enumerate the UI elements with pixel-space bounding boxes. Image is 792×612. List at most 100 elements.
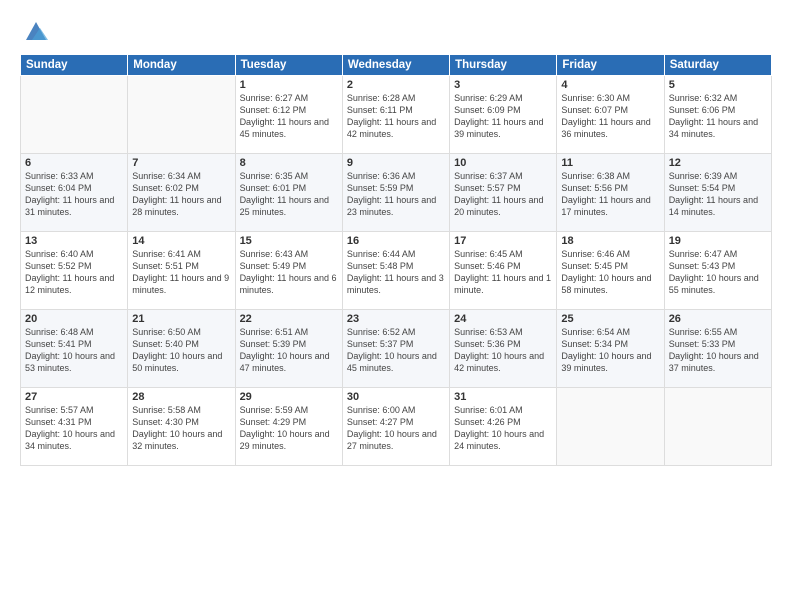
day-info: Sunrise: 6:39 AMSunset: 5:54 PMDaylight:… bbox=[669, 170, 767, 219]
calendar-cell: 27Sunrise: 5:57 AMSunset: 4:31 PMDayligh… bbox=[21, 388, 128, 466]
day-number: 7 bbox=[132, 157, 230, 169]
day-number: 2 bbox=[347, 79, 445, 91]
calendar-cell: 28Sunrise: 5:58 AMSunset: 4:30 PMDayligh… bbox=[128, 388, 235, 466]
day-number: 4 bbox=[561, 79, 659, 91]
day-info: Sunrise: 6:51 AMSunset: 5:39 PMDaylight:… bbox=[240, 326, 338, 375]
calendar-cell bbox=[664, 388, 771, 466]
calendar-week-row: 1Sunrise: 6:27 AMSunset: 6:12 PMDaylight… bbox=[21, 76, 772, 154]
calendar-cell: 23Sunrise: 6:52 AMSunset: 5:37 PMDayligh… bbox=[342, 310, 449, 388]
day-number: 30 bbox=[347, 391, 445, 403]
day-number: 31 bbox=[454, 391, 552, 403]
day-info: Sunrise: 5:58 AMSunset: 4:30 PMDaylight:… bbox=[132, 404, 230, 453]
calendar-cell: 17Sunrise: 6:45 AMSunset: 5:46 PMDayligh… bbox=[450, 232, 557, 310]
calendar-cell: 22Sunrise: 6:51 AMSunset: 5:39 PMDayligh… bbox=[235, 310, 342, 388]
calendar-cell: 8Sunrise: 6:35 AMSunset: 6:01 PMDaylight… bbox=[235, 154, 342, 232]
day-info: Sunrise: 6:00 AMSunset: 4:27 PMDaylight:… bbox=[347, 404, 445, 453]
weekday-header-cell: Sunday bbox=[21, 55, 128, 76]
day-info: Sunrise: 6:40 AMSunset: 5:52 PMDaylight:… bbox=[25, 248, 123, 297]
day-info: Sunrise: 5:59 AMSunset: 4:29 PMDaylight:… bbox=[240, 404, 338, 453]
weekday-header-cell: Monday bbox=[128, 55, 235, 76]
calendar-cell: 12Sunrise: 6:39 AMSunset: 5:54 PMDayligh… bbox=[664, 154, 771, 232]
day-info: Sunrise: 6:53 AMSunset: 5:36 PMDaylight:… bbox=[454, 326, 552, 375]
day-number: 17 bbox=[454, 235, 552, 247]
day-number: 20 bbox=[25, 313, 123, 325]
day-number: 15 bbox=[240, 235, 338, 247]
day-number: 26 bbox=[669, 313, 767, 325]
logo-icon bbox=[22, 16, 50, 44]
day-info: Sunrise: 6:36 AMSunset: 5:59 PMDaylight:… bbox=[347, 170, 445, 219]
calendar-cell: 21Sunrise: 6:50 AMSunset: 5:40 PMDayligh… bbox=[128, 310, 235, 388]
day-info: Sunrise: 6:33 AMSunset: 6:04 PMDaylight:… bbox=[25, 170, 123, 219]
calendar-cell: 16Sunrise: 6:44 AMSunset: 5:48 PMDayligh… bbox=[342, 232, 449, 310]
day-number: 6 bbox=[25, 157, 123, 169]
calendar-cell: 3Sunrise: 6:29 AMSunset: 6:09 PMDaylight… bbox=[450, 76, 557, 154]
day-info: Sunrise: 6:46 AMSunset: 5:45 PMDaylight:… bbox=[561, 248, 659, 297]
calendar-cell bbox=[557, 388, 664, 466]
day-number: 25 bbox=[561, 313, 659, 325]
calendar-cell: 19Sunrise: 6:47 AMSunset: 5:43 PMDayligh… bbox=[664, 232, 771, 310]
day-number: 29 bbox=[240, 391, 338, 403]
calendar-cell: 20Sunrise: 6:48 AMSunset: 5:41 PMDayligh… bbox=[21, 310, 128, 388]
day-number: 11 bbox=[561, 157, 659, 169]
day-info: Sunrise: 6:48 AMSunset: 5:41 PMDaylight:… bbox=[25, 326, 123, 375]
day-info: Sunrise: 6:28 AMSunset: 6:11 PMDaylight:… bbox=[347, 92, 445, 141]
weekday-header-cell: Wednesday bbox=[342, 55, 449, 76]
calendar-cell: 24Sunrise: 6:53 AMSunset: 5:36 PMDayligh… bbox=[450, 310, 557, 388]
logo bbox=[20, 16, 50, 44]
day-number: 16 bbox=[347, 235, 445, 247]
day-info: Sunrise: 6:38 AMSunset: 5:56 PMDaylight:… bbox=[561, 170, 659, 219]
weekday-header-cell: Friday bbox=[557, 55, 664, 76]
day-number: 27 bbox=[25, 391, 123, 403]
calendar-body: 1Sunrise: 6:27 AMSunset: 6:12 PMDaylight… bbox=[21, 76, 772, 466]
day-number: 18 bbox=[561, 235, 659, 247]
day-info: Sunrise: 6:34 AMSunset: 6:02 PMDaylight:… bbox=[132, 170, 230, 219]
day-info: Sunrise: 6:29 AMSunset: 6:09 PMDaylight:… bbox=[454, 92, 552, 141]
calendar-cell: 29Sunrise: 5:59 AMSunset: 4:29 PMDayligh… bbox=[235, 388, 342, 466]
calendar-cell: 18Sunrise: 6:46 AMSunset: 5:45 PMDayligh… bbox=[557, 232, 664, 310]
calendar-cell: 2Sunrise: 6:28 AMSunset: 6:11 PMDaylight… bbox=[342, 76, 449, 154]
day-info: Sunrise: 6:27 AMSunset: 6:12 PMDaylight:… bbox=[240, 92, 338, 141]
calendar-cell: 14Sunrise: 6:41 AMSunset: 5:51 PMDayligh… bbox=[128, 232, 235, 310]
calendar-cell: 5Sunrise: 6:32 AMSunset: 6:06 PMDaylight… bbox=[664, 76, 771, 154]
day-number: 10 bbox=[454, 157, 552, 169]
calendar-week-row: 6Sunrise: 6:33 AMSunset: 6:04 PMDaylight… bbox=[21, 154, 772, 232]
calendar-cell: 10Sunrise: 6:37 AMSunset: 5:57 PMDayligh… bbox=[450, 154, 557, 232]
calendar-cell: 1Sunrise: 6:27 AMSunset: 6:12 PMDaylight… bbox=[235, 76, 342, 154]
day-number: 1 bbox=[240, 79, 338, 91]
calendar-week-row: 13Sunrise: 6:40 AMSunset: 5:52 PMDayligh… bbox=[21, 232, 772, 310]
day-info: Sunrise: 6:35 AMSunset: 6:01 PMDaylight:… bbox=[240, 170, 338, 219]
day-number: 3 bbox=[454, 79, 552, 91]
day-number: 28 bbox=[132, 391, 230, 403]
day-number: 9 bbox=[347, 157, 445, 169]
calendar-cell: 25Sunrise: 6:54 AMSunset: 5:34 PMDayligh… bbox=[557, 310, 664, 388]
calendar-cell bbox=[21, 76, 128, 154]
day-info: Sunrise: 6:55 AMSunset: 5:33 PMDaylight:… bbox=[669, 326, 767, 375]
calendar-cell: 9Sunrise: 6:36 AMSunset: 5:59 PMDaylight… bbox=[342, 154, 449, 232]
day-number: 22 bbox=[240, 313, 338, 325]
calendar-cell: 13Sunrise: 6:40 AMSunset: 5:52 PMDayligh… bbox=[21, 232, 128, 310]
calendar-cell: 6Sunrise: 6:33 AMSunset: 6:04 PMDaylight… bbox=[21, 154, 128, 232]
day-info: Sunrise: 6:01 AMSunset: 4:26 PMDaylight:… bbox=[454, 404, 552, 453]
day-info: Sunrise: 6:37 AMSunset: 5:57 PMDaylight:… bbox=[454, 170, 552, 219]
day-info: Sunrise: 6:52 AMSunset: 5:37 PMDaylight:… bbox=[347, 326, 445, 375]
calendar-cell: 4Sunrise: 6:30 AMSunset: 6:07 PMDaylight… bbox=[557, 76, 664, 154]
weekday-header-row: SundayMondayTuesdayWednesdayThursdayFrid… bbox=[21, 55, 772, 76]
calendar-cell bbox=[128, 76, 235, 154]
day-info: Sunrise: 6:32 AMSunset: 6:06 PMDaylight:… bbox=[669, 92, 767, 141]
day-info: Sunrise: 6:47 AMSunset: 5:43 PMDaylight:… bbox=[669, 248, 767, 297]
calendar-cell: 15Sunrise: 6:43 AMSunset: 5:49 PMDayligh… bbox=[235, 232, 342, 310]
day-info: Sunrise: 6:43 AMSunset: 5:49 PMDaylight:… bbox=[240, 248, 338, 297]
day-number: 12 bbox=[669, 157, 767, 169]
day-number: 14 bbox=[132, 235, 230, 247]
day-info: Sunrise: 6:30 AMSunset: 6:07 PMDaylight:… bbox=[561, 92, 659, 141]
day-number: 8 bbox=[240, 157, 338, 169]
calendar-week-row: 27Sunrise: 5:57 AMSunset: 4:31 PMDayligh… bbox=[21, 388, 772, 466]
day-number: 23 bbox=[347, 313, 445, 325]
calendar-week-row: 20Sunrise: 6:48 AMSunset: 5:41 PMDayligh… bbox=[21, 310, 772, 388]
weekday-header-cell: Saturday bbox=[664, 55, 771, 76]
calendar-cell: 30Sunrise: 6:00 AMSunset: 4:27 PMDayligh… bbox=[342, 388, 449, 466]
day-info: Sunrise: 6:50 AMSunset: 5:40 PMDaylight:… bbox=[132, 326, 230, 375]
page-header bbox=[20, 16, 772, 44]
day-info: Sunrise: 6:54 AMSunset: 5:34 PMDaylight:… bbox=[561, 326, 659, 375]
day-number: 13 bbox=[25, 235, 123, 247]
